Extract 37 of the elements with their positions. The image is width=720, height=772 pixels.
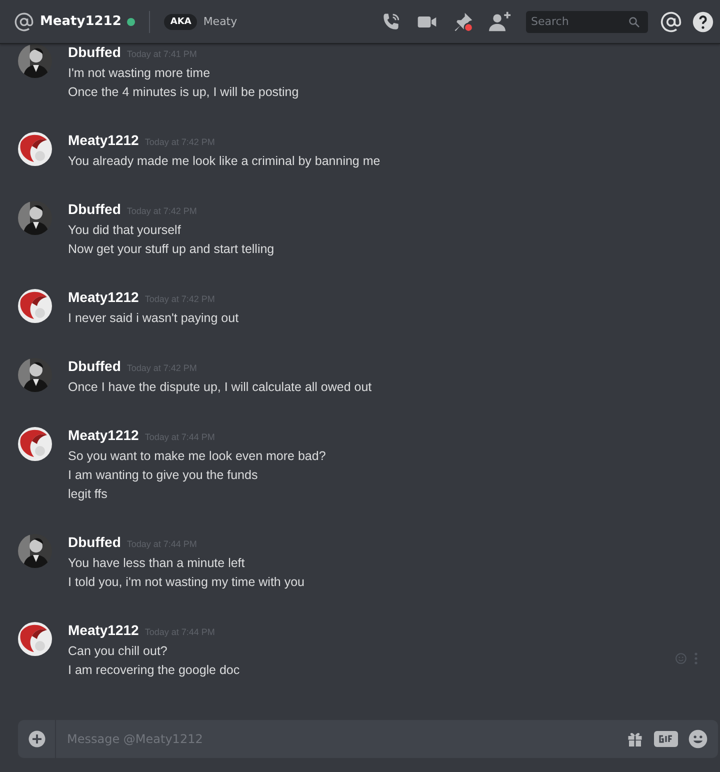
message-text: I'm not wasting more time <box>68 65 212 82</box>
author-name[interactable]: Dbuffed <box>68 44 121 60</box>
author-name[interactable]: Dbuffed <box>68 201 121 217</box>
pin-icon <box>454 12 472 31</box>
author-name[interactable]: Meaty1212 <box>68 132 139 148</box>
author-name[interactable]: Dbuffed <box>68 358 121 374</box>
message-text: Once I have the dispute up, I will calculate all owed out <box>68 379 372 396</box>
author-name[interactable]: Dbuffed <box>68 534 121 550</box>
message-text: You did that yourself <box>68 222 182 239</box>
message-text: legit ffs <box>68 486 108 503</box>
message-text: I am wanting to give you the funds <box>68 467 259 484</box>
message-text: You have less than a minute left <box>68 555 246 572</box>
emoji-icon[interactable] <box>688 729 708 749</box>
help-icon[interactable] <box>692 10 714 32</box>
author-name[interactable]: Meaty1212 <box>68 289 139 305</box>
message-text: Once the 4 minutes is up, I will be posting <box>68 84 299 101</box>
add-user-icon[interactable] <box>488 10 512 32</box>
message-text: Can you chill out? <box>68 643 168 660</box>
nickname: Meaty <box>203 15 238 28</box>
message-text: I told you, i'm not wasting my time with you <box>68 574 305 591</box>
message-text: I never said i wasn't paying out <box>68 310 239 327</box>
search-icon <box>628 16 640 28</box>
search-field[interactable]: Search <box>526 10 648 32</box>
gift-icon[interactable] <box>626 730 644 748</box>
author-name[interactable]: Meaty1212 <box>68 622 139 638</box>
gif-icon[interactable] <box>654 731 678 747</box>
at-icon <box>14 12 34 32</box>
author-name[interactable]: Meaty1212 <box>68 427 139 443</box>
mentions-icon[interactable] <box>660 10 682 32</box>
message-text: I am recovering the google doc <box>68 662 240 679</box>
username: Meaty1212 <box>40 14 122 29</box>
pin-icon[interactable] <box>452 10 474 32</box>
message-text: So you want to make me look even more bad? <box>68 448 326 465</box>
add-icon[interactable] <box>28 730 46 748</box>
message-text: You already made me look like a criminal by banning me <box>68 153 380 170</box>
aka-label: AKA <box>164 14 198 30</box>
message-text: Now get your stuff up and start telling <box>68 241 274 258</box>
